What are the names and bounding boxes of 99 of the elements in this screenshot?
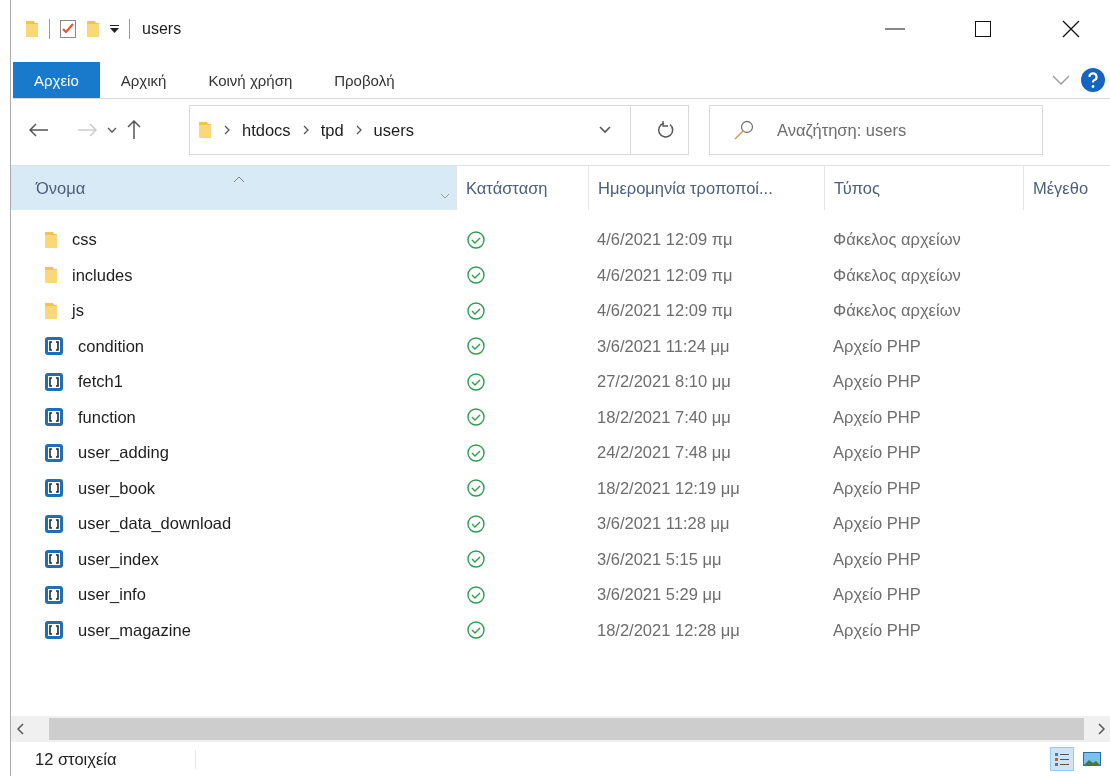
php-file-icon — [44, 584, 64, 605]
minimize-icon — [885, 28, 905, 30]
chevron-right-icon[interactable] — [355, 125, 362, 135]
type-cell: Αρχείο PHP — [833, 620, 921, 639]
ribbon-tab[interactable]: Προβολή — [313, 62, 416, 98]
file-name[interactable]: user_magazine — [78, 620, 191, 640]
check-circle-icon — [467, 443, 485, 462]
breadcrumb[interactable]: users — [373, 120, 414, 140]
folder-icon — [44, 301, 58, 320]
column-header[interactable]: Μέγεθο — [1024, 166, 1110, 210]
search-field[interactable]: Αναζήτηση: users — [709, 105, 1043, 155]
date-cell: 3/6/2021 11:24 μμ — [597, 336, 730, 355]
php-file-icon — [44, 371, 64, 392]
dropdown-icon[interactable] — [110, 25, 119, 33]
check-circle-icon — [467, 337, 485, 356]
maximize-icon — [973, 19, 993, 39]
check-circle-icon — [467, 301, 485, 320]
close-icon — [1061, 19, 1081, 39]
date-cell: 18/2/2021 7:40 μμ — [597, 407, 731, 426]
column-header[interactable]: Κατάσταση — [457, 166, 589, 210]
file-name[interactable]: user_adding — [78, 443, 169, 463]
type-cell: Αρχείο PHP — [833, 372, 921, 391]
refresh-icon[interactable] — [656, 121, 675, 139]
file-name[interactable]: user_info — [78, 585, 146, 605]
checklist-icon[interactable] — [60, 20, 76, 38]
chevron-right-icon[interactable] — [1097, 723, 1105, 735]
file-name[interactable]: user_index — [78, 549, 159, 569]
sort-caret-icon — [233, 176, 245, 183]
type-cell: Αρχείο PHP — [833, 549, 921, 568]
check-circle-icon — [467, 479, 485, 498]
help-icon[interactable] — [1080, 67, 1106, 93]
chevron-right-icon[interactable] — [302, 125, 309, 135]
php-file-icon — [44, 620, 64, 641]
date-cell: 4/6/2021 12:09 πμ — [597, 265, 733, 284]
check-circle-icon — [467, 408, 485, 427]
check-circle-icon — [467, 550, 485, 569]
check-circle-icon — [467, 514, 485, 533]
ribbon-tab[interactable]: Αρχική — [99, 62, 188, 98]
check-circle-icon — [467, 372, 485, 391]
breadcrumb[interactable]: htdocs — [242, 120, 291, 140]
type-cell: Φάκελος αρχείων — [833, 301, 961, 320]
ribbon-tab[interactable]: Κοινή χρήση — [187, 62, 314, 98]
landscape-picture-icon — [1083, 752, 1101, 766]
date-cell: 4/6/2021 12:09 πμ — [597, 230, 733, 249]
folder-icon — [44, 230, 58, 249]
check-circle-icon — [467, 230, 485, 249]
type-cell: Φάκελος αρχείων — [833, 230, 961, 249]
column-header[interactable]: Όνομα — [11, 166, 457, 210]
date-cell: 27/2/2021 8:10 μμ — [597, 372, 731, 391]
file-name[interactable]: condition — [78, 336, 145, 356]
details-view-button[interactable] — [1050, 747, 1074, 771]
date-cell: 3/6/2021 5:29 μμ — [597, 585, 722, 604]
type-cell: Αρχείο PHP — [833, 478, 921, 497]
check-circle-icon — [467, 266, 485, 285]
file-name[interactable]: fetch1 — [78, 372, 123, 392]
horizontal-scrollbar[interactable] — [11, 716, 1110, 742]
file-name[interactable]: includes — [72, 265, 133, 285]
php-file-icon — [44, 513, 64, 534]
folder-icon — [25, 20, 39, 38]
check-circle-icon — [467, 621, 485, 640]
type-cell: Αρχείο PHP — [833, 336, 921, 355]
details-list-icon — [1054, 751, 1070, 767]
date-cell: 18/2/2021 12:19 μμ — [597, 478, 740, 497]
type-cell: Αρχείο PHP — [833, 407, 921, 426]
date-cell: 3/6/2021 11:28 μμ — [597, 514, 730, 533]
file-name[interactable]: function — [78, 407, 136, 427]
file-name[interactable]: js — [72, 301, 84, 321]
date-cell: 24/2/2021 7:48 μμ — [597, 443, 731, 462]
search-icon — [734, 120, 754, 140]
up-arrow-icon[interactable] — [127, 120, 141, 140]
check-circle-icon — [467, 585, 485, 604]
item-count: 12 στοιχεία — [35, 749, 196, 769]
column-header[interactable]: Τύπος — [825, 166, 1024, 210]
type-cell: Αρχείο PHP — [833, 443, 921, 462]
type-cell: Αρχείο PHP — [833, 514, 921, 533]
chevron-left-icon[interactable] — [16, 723, 24, 735]
date-cell: 4/6/2021 12:09 πμ — [597, 301, 733, 320]
php-file-icon — [44, 336, 64, 357]
chevron-right-icon[interactable] — [224, 125, 230, 135]
folder-icon — [198, 121, 212, 139]
php-file-icon — [44, 407, 64, 428]
date-cell: 3/6/2021 5:15 μμ — [597, 549, 722, 568]
file-name[interactable]: user_data_download — [78, 514, 232, 534]
type-cell: Αρχείο PHP — [833, 585, 921, 604]
breadcrumb[interactable]: tpd — [320, 120, 344, 140]
php-file-icon — [44, 549, 64, 570]
column-header[interactable]: Ημερομηνία τροποποί... — [589, 166, 825, 210]
date-cell: 18/2/2021 12:28 μμ — [597, 620, 740, 639]
back-arrow-icon[interactable] — [29, 123, 49, 137]
chevron-down-icon[interactable] — [599, 126, 611, 134]
chevron-down-icon[interactable] — [107, 127, 117, 133]
file-name[interactable]: css — [72, 230, 97, 250]
php-file-icon — [44, 442, 64, 463]
php-file-icon — [44, 478, 64, 499]
file-name[interactable]: user_book — [78, 478, 156, 498]
type-cell: Φάκελος αρχείων — [833, 265, 961, 284]
folder-icon — [44, 266, 58, 285]
ribbon-tab[interactable]: Αρχείο — [13, 62, 100, 98]
window-title: users — [142, 20, 183, 38]
